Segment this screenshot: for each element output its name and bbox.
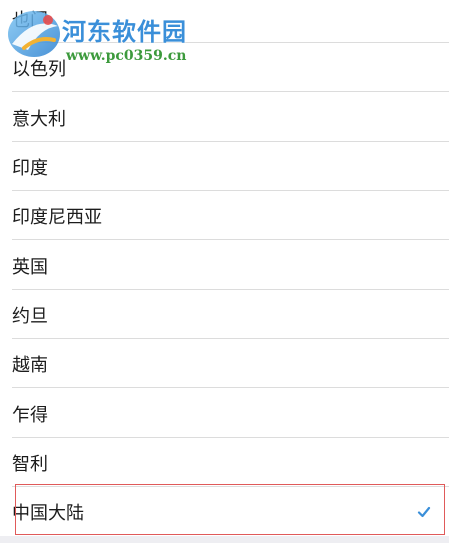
list-item[interactable]: 越南	[0, 339, 449, 388]
country-label: 意大利	[12, 108, 66, 130]
bottom-edge	[0, 536, 449, 543]
country-label: 印度	[12, 157, 48, 179]
list-item-selected[interactable]: 中国大陆	[0, 487, 449, 536]
country-label: 中国大陆	[12, 502, 84, 524]
country-label: 越南	[12, 354, 48, 376]
divider	[12, 387, 449, 388]
list-item[interactable]: 英国	[0, 241, 449, 290]
country-list: 也门 以色列 意大利 印度 印度尼西亚 英国 约旦 越南 乍得 智利 中国大陆	[0, 0, 449, 543]
list-item[interactable]: 约旦	[0, 290, 449, 339]
country-label: 印度尼西亚	[12, 206, 102, 228]
country-label: 乍得	[12, 404, 48, 426]
country-label: 以色列	[12, 58, 66, 80]
list-item[interactable]: 以色列	[0, 43, 449, 92]
country-label: 英国	[12, 256, 48, 278]
list-item[interactable]: 意大利	[0, 93, 449, 142]
divider	[12, 91, 449, 92]
list-item[interactable]: 印度	[0, 142, 449, 191]
list-item[interactable]: 也门	[0, 0, 449, 43]
divider	[12, 239, 449, 240]
checkmark-icon	[417, 506, 431, 517]
list-item[interactable]: 智利	[0, 438, 449, 487]
list-item[interactable]: 乍得	[0, 389, 449, 438]
country-picker-screen: 也门 以色列 意大利 印度 印度尼西亚 英国 约旦 越南 乍得 智利 中国大陆 …	[0, 0, 449, 543]
list-item[interactable]: 印度尼西亚	[0, 191, 449, 240]
country-label: 也门	[12, 9, 48, 31]
country-label: 约旦	[12, 305, 48, 327]
country-label: 智利	[12, 453, 48, 475]
